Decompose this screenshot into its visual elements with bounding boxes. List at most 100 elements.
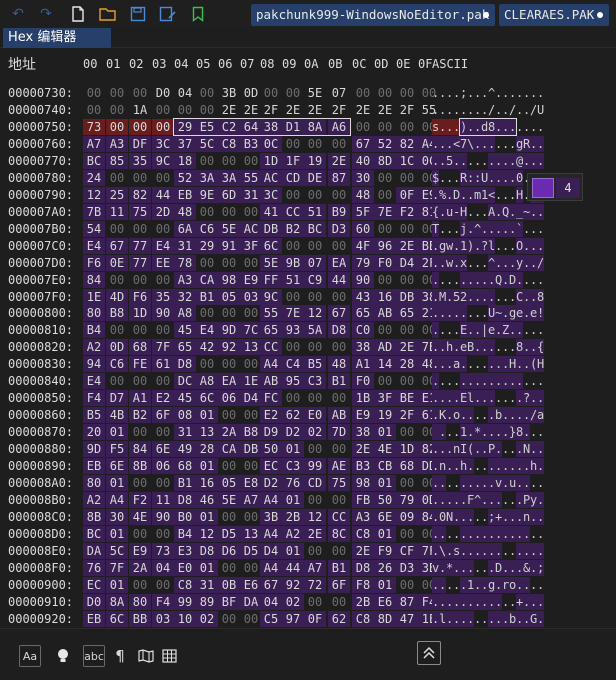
ascii-char[interactable]: .: [467, 288, 474, 305]
ascii-char[interactable]: .: [453, 526, 460, 542]
ascii-char[interactable]: .: [530, 85, 537, 101]
hex-byte[interactable]: 00: [328, 543, 350, 559]
hex-byte[interactable]: FE: [129, 356, 151, 373]
ascii-char[interactable]: .: [495, 356, 502, 373]
hex-byte[interactable]: 13: [240, 525, 262, 542]
hex-byte[interactable]: 12: [83, 186, 105, 203]
ascii-char[interactable]: .: [474, 525, 481, 542]
ascii-char[interactable]: .: [509, 594, 516, 610]
ascii-char[interactable]: .: [453, 102, 460, 118]
hex-byte[interactable]: 1D: [396, 441, 418, 458]
ascii-char[interactable]: 1: [460, 237, 467, 254]
hex-byte[interactable]: CC: [282, 203, 304, 220]
hex-byte[interactable]: F0: [352, 373, 374, 390]
ascii-char[interactable]: .: [502, 289, 509, 305]
hex-byte[interactable]: 4E: [129, 509, 151, 525]
ascii-char[interactable]: y: [516, 254, 523, 271]
ascii-char[interactable]: .: [467, 220, 474, 237]
hex-byte[interactable]: 2E: [396, 339, 418, 356]
ascii-char[interactable]: ~: [495, 305, 502, 322]
hex-byte[interactable]: B3: [352, 458, 374, 475]
hex-byte[interactable]: 94: [83, 356, 105, 373]
ascii-char[interactable]: 0: [516, 169, 523, 186]
ascii-char[interactable]: .: [488, 356, 495, 373]
ascii-char[interactable]: .: [537, 509, 544, 525]
ascii-char[interactable]: .: [530, 593, 537, 610]
hex-byte[interactable]: 92: [282, 576, 304, 593]
hex-byte[interactable]: 2E: [328, 152, 350, 169]
hex-byte[interactable]: DB: [240, 441, 262, 458]
ascii-char[interactable]: ): [467, 237, 474, 254]
ascii-char[interactable]: .: [432, 492, 439, 509]
hex-byte[interactable]: 12: [304, 509, 326, 525]
ascii-char[interactable]: .: [509, 458, 516, 475]
ascii-char[interactable]: .: [502, 458, 509, 475]
hex-byte[interactable]: 01: [106, 424, 128, 441]
hex-byte[interactable]: 00: [374, 322, 396, 338]
hex-byte[interactable]: BB: [129, 610, 151, 627]
hex-byte[interactable]: 00: [282, 390, 304, 406]
hex-byte[interactable]: 5E: [218, 492, 240, 509]
ascii-char[interactable]: .: [530, 339, 537, 356]
hex-byte[interactable]: 48: [328, 356, 350, 373]
hex-byte[interactable]: 00: [304, 238, 326, 254]
hex-byte[interactable]: 5C: [106, 542, 128, 559]
ascii-char[interactable]: .: [495, 610, 502, 627]
hex-byte[interactable]: A4: [260, 492, 282, 509]
hex-byte[interactable]: 00: [218, 204, 240, 220]
hex-byte[interactable]: 01: [106, 475, 128, 492]
ascii-char[interactable]: .: [537, 85, 544, 101]
ascii-char[interactable]: v: [495, 475, 502, 492]
hex-byte[interactable]: A3: [352, 509, 374, 525]
hex-byte[interactable]: 00: [396, 475, 418, 491]
ascii-char[interactable]: .: [530, 254, 537, 271]
ascii-char[interactable]: .: [446, 441, 453, 458]
book-icon[interactable]: [135, 645, 157, 667]
hex-byte[interactable]: 65: [396, 305, 418, 322]
hex-byte[interactable]: B0: [174, 509, 196, 525]
ascii-char[interactable]: .: [474, 305, 481, 321]
ascii-char[interactable]: .: [460, 152, 467, 169]
ascii-char[interactable]: .: [467, 407, 474, 424]
hex-byte[interactable]: B1: [174, 475, 196, 492]
ascii-char[interactable]: .: [439, 390, 446, 407]
ascii-char[interactable]: .: [460, 610, 467, 627]
ascii-char[interactable]: .: [474, 373, 481, 390]
ascii-text[interactable]: {. u - H... A. Q. _ ~..: [432, 203, 544, 220]
hex-byte[interactable]: 16: [374, 288, 396, 305]
ascii-char[interactable]: .: [467, 186, 474, 203]
hex-byte[interactable]: AB: [328, 407, 350, 424]
ascii-char[interactable]: .: [439, 85, 446, 101]
ascii-char[interactable]: .: [474, 542, 481, 559]
ascii-char[interactable]: .: [446, 186, 453, 203]
ascii-char[interactable]: .: [432, 152, 439, 169]
hex-byte[interactable]: 52: [374, 135, 396, 152]
ascii-char[interactable]: .: [432, 356, 439, 373]
ascii-char[interactable]: .: [516, 322, 523, 339]
ascii-char[interactable]: .: [502, 305, 509, 322]
ascii-char[interactable]: .: [509, 289, 516, 305]
ascii-char[interactable]: e: [530, 305, 537, 322]
hex-byte[interactable]: 80: [129, 593, 151, 610]
hex-byte[interactable]: 13: [240, 339, 262, 356]
ascii-char[interactable]: .: [502, 492, 509, 508]
hex-byte[interactable]: E4: [152, 237, 174, 254]
hex-byte[interactable]: 87: [396, 593, 418, 610]
hex-byte[interactable]: 67: [106, 237, 128, 254]
ascii-text[interactable]: . \. s............: [432, 542, 544, 559]
hex-byte[interactable]: 7E: [282, 305, 304, 322]
ascii-char[interactable]: .: [509, 203, 516, 220]
ascii-text[interactable]: ....;... ^.......: [432, 85, 544, 101]
hex-byte[interactable]: 2B: [282, 509, 304, 525]
hex-byte[interactable]: 99: [304, 458, 326, 475]
hex-byte[interactable]: B5: [304, 356, 326, 373]
ascii-char[interactable]: .: [495, 169, 502, 186]
ascii-char[interactable]: .: [530, 322, 537, 338]
hex-byte[interactable]: 00: [328, 289, 350, 305]
hex-byte[interactable]: AE: [328, 458, 350, 475]
hex-byte[interactable]: 24: [83, 169, 105, 186]
ascii-char[interactable]: U: [488, 305, 495, 322]
hex-byte[interactable]: EE: [152, 254, 174, 271]
ascii-char[interactable]: P: [523, 492, 530, 509]
hex-byte[interactable]: 0E: [106, 254, 128, 271]
